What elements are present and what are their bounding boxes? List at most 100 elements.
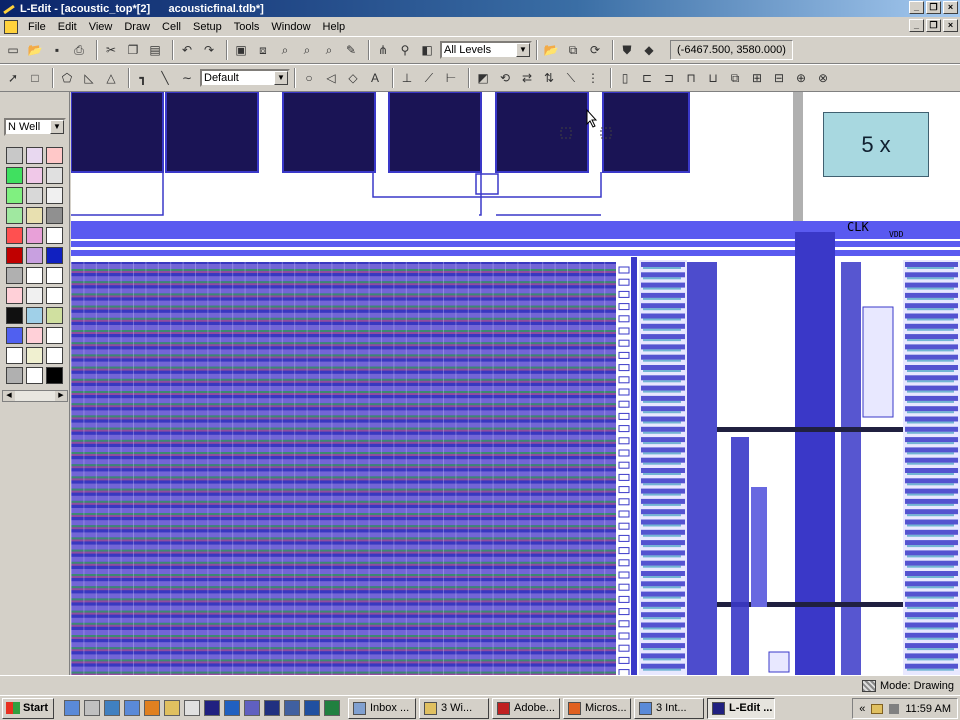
layer-swatch[interactable] bbox=[46, 207, 63, 224]
menu-window[interactable]: Window bbox=[265, 21, 316, 33]
layer-swatch[interactable] bbox=[46, 347, 63, 364]
ledit-icon[interactable] bbox=[204, 700, 220, 716]
orthogonal-wire-icon[interactable]: ┓ bbox=[134, 69, 152, 87]
group-icon[interactable]: ⊞ bbox=[748, 69, 766, 87]
palette-scrollbar[interactable]: ◀ ▶ bbox=[2, 390, 68, 402]
grow-icon[interactable]: ⊗ bbox=[814, 69, 832, 87]
menu-setup[interactable]: Setup bbox=[187, 21, 228, 33]
menu-tools[interactable]: Tools bbox=[228, 21, 266, 33]
layer-swatch[interactable] bbox=[6, 367, 23, 384]
tanner-icon[interactable] bbox=[224, 700, 240, 716]
open-cell-icon[interactable]: 📂 bbox=[542, 41, 560, 59]
layer-swatch[interactable] bbox=[26, 247, 43, 264]
task-internet[interactable]: 3 Int... bbox=[634, 697, 704, 719]
layer-swatch[interactable] bbox=[26, 227, 43, 244]
extract-icon[interactable]: ◆ bbox=[640, 41, 658, 59]
layer-swatch[interactable] bbox=[6, 307, 23, 324]
paste-icon[interactable]: ▤ bbox=[146, 41, 164, 59]
layer-swatch[interactable] bbox=[26, 287, 43, 304]
layer-swatch[interactable] bbox=[46, 247, 63, 264]
chevron-down-icon[interactable]: ▼ bbox=[50, 120, 64, 134]
align-bottom-icon[interactable]: ⊔ bbox=[704, 69, 722, 87]
layer-swatch[interactable] bbox=[46, 287, 63, 304]
drc-icon[interactable]: ⛊ bbox=[618, 41, 636, 59]
scroll-right-icon[interactable]: ▶ bbox=[55, 391, 67, 401]
layer-swatch[interactable] bbox=[46, 327, 63, 344]
tray-volume-icon[interactable] bbox=[889, 703, 900, 714]
layer-swatch[interactable] bbox=[6, 207, 23, 224]
excel-icon[interactable] bbox=[324, 700, 340, 716]
dvd-icon[interactable] bbox=[84, 700, 100, 716]
layer-swatch[interactable] bbox=[6, 147, 23, 164]
layer-swatch[interactable] bbox=[26, 187, 43, 204]
layer-swatch[interactable] bbox=[46, 187, 63, 204]
viewer-icon[interactable] bbox=[284, 700, 300, 716]
new-file-icon[interactable]: ▭ bbox=[4, 41, 22, 59]
doc-minimize-button[interactable]: _ bbox=[909, 19, 924, 32]
instance-tool-icon[interactable]: ◩ bbox=[474, 69, 492, 87]
layer-swatch[interactable] bbox=[46, 267, 63, 284]
ruler-end-icon[interactable]: ⊢ bbox=[442, 69, 460, 87]
orthogonal-polygon-icon[interactable]: ◺ bbox=[80, 69, 98, 87]
zoom-fit-icon[interactable]: ▣ bbox=[232, 41, 250, 59]
circle-tool-icon[interactable]: ○ bbox=[300, 69, 318, 87]
box-tool-icon[interactable]: □ bbox=[26, 69, 44, 87]
polygon-tool-icon[interactable]: ⬠ bbox=[58, 69, 76, 87]
triangle-tool-icon[interactable]: △ bbox=[102, 69, 120, 87]
layer-swatch[interactable] bbox=[26, 347, 43, 364]
menu-cell[interactable]: Cell bbox=[156, 21, 187, 33]
task-windows-explorer[interactable]: 3 Wi... bbox=[419, 697, 489, 719]
chevron-down-icon[interactable]: ▼ bbox=[516, 43, 530, 57]
tools-icon[interactable]: ✎ bbox=[342, 41, 360, 59]
ruler-icon[interactable]: ⊥ bbox=[398, 69, 416, 87]
schematic-icon[interactable] bbox=[244, 700, 260, 716]
redo-icon[interactable]: ↷ bbox=[200, 41, 218, 59]
inspect-icon[interactable]: ⚲ bbox=[396, 41, 414, 59]
align-top-icon[interactable]: ⊓ bbox=[682, 69, 700, 87]
layer-swatch[interactable] bbox=[26, 307, 43, 324]
layer-swatch[interactable] bbox=[46, 147, 63, 164]
ruler-angle-icon[interactable]: ⟋ bbox=[420, 69, 438, 87]
save-icon[interactable]: ▪ bbox=[48, 41, 66, 59]
task-inbox[interactable]: Inbox ... bbox=[348, 697, 416, 719]
torus-tool-icon[interactable]: ◇ bbox=[344, 69, 362, 87]
menu-edit[interactable]: Edit bbox=[52, 21, 83, 33]
instance-icon[interactable]: ⧉ bbox=[564, 41, 582, 59]
start-button[interactable]: Start bbox=[2, 697, 54, 719]
annotation-box[interactable]: 5 x bbox=[823, 112, 929, 177]
undo-icon[interactable]: ↶ bbox=[178, 41, 196, 59]
layer-swatch[interactable] bbox=[26, 267, 43, 284]
layer-swatch[interactable] bbox=[46, 167, 63, 184]
layer-view-icon[interactable]: ◧ bbox=[418, 41, 436, 59]
layer-swatch[interactable] bbox=[26, 207, 43, 224]
pointer-icon[interactable]: ➚ bbox=[4, 69, 22, 87]
ie-icon[interactable] bbox=[64, 700, 80, 716]
layout-canvas[interactable]: CLK VDD 5 x bbox=[71, 92, 960, 675]
folder-icon[interactable] bbox=[164, 700, 180, 716]
document-app-icon[interactable] bbox=[184, 700, 200, 716]
tray-expand-icon[interactable]: « bbox=[859, 703, 865, 715]
flip-horizontal-icon[interactable]: ⇄ bbox=[518, 69, 536, 87]
layer-swatch[interactable] bbox=[6, 267, 23, 284]
wire-style-select[interactable]: Default ▼ bbox=[200, 69, 290, 87]
close-button[interactable]: × bbox=[943, 1, 958, 14]
simulator-icon[interactable] bbox=[264, 700, 280, 716]
task-adobe[interactable]: Adobe... bbox=[492, 697, 560, 719]
layer-swatch[interactable] bbox=[26, 167, 43, 184]
layer-swatch[interactable] bbox=[46, 227, 63, 244]
browser-icon[interactable] bbox=[124, 700, 140, 716]
menu-help[interactable]: Help bbox=[317, 21, 352, 33]
doc-close-button[interactable]: × bbox=[943, 19, 958, 32]
layer-swatch[interactable] bbox=[6, 287, 23, 304]
print-icon[interactable]: ⎙ bbox=[70, 41, 88, 59]
refresh-icon[interactable]: ⟳ bbox=[586, 41, 604, 59]
zoom-box-icon[interactable]: ⧈ bbox=[254, 41, 272, 59]
port-tool-icon[interactable]: A bbox=[366, 69, 384, 87]
chevron-down-icon[interactable]: ▼ bbox=[274, 71, 288, 85]
layer-swatch[interactable] bbox=[26, 147, 43, 164]
hierarchy-icon[interactable]: ⋔ bbox=[374, 41, 392, 59]
word-icon[interactable] bbox=[304, 700, 320, 716]
layer-swatch[interactable] bbox=[6, 187, 23, 204]
menu-file[interactable]: File bbox=[22, 21, 52, 33]
layer-swatch[interactable] bbox=[46, 367, 63, 384]
